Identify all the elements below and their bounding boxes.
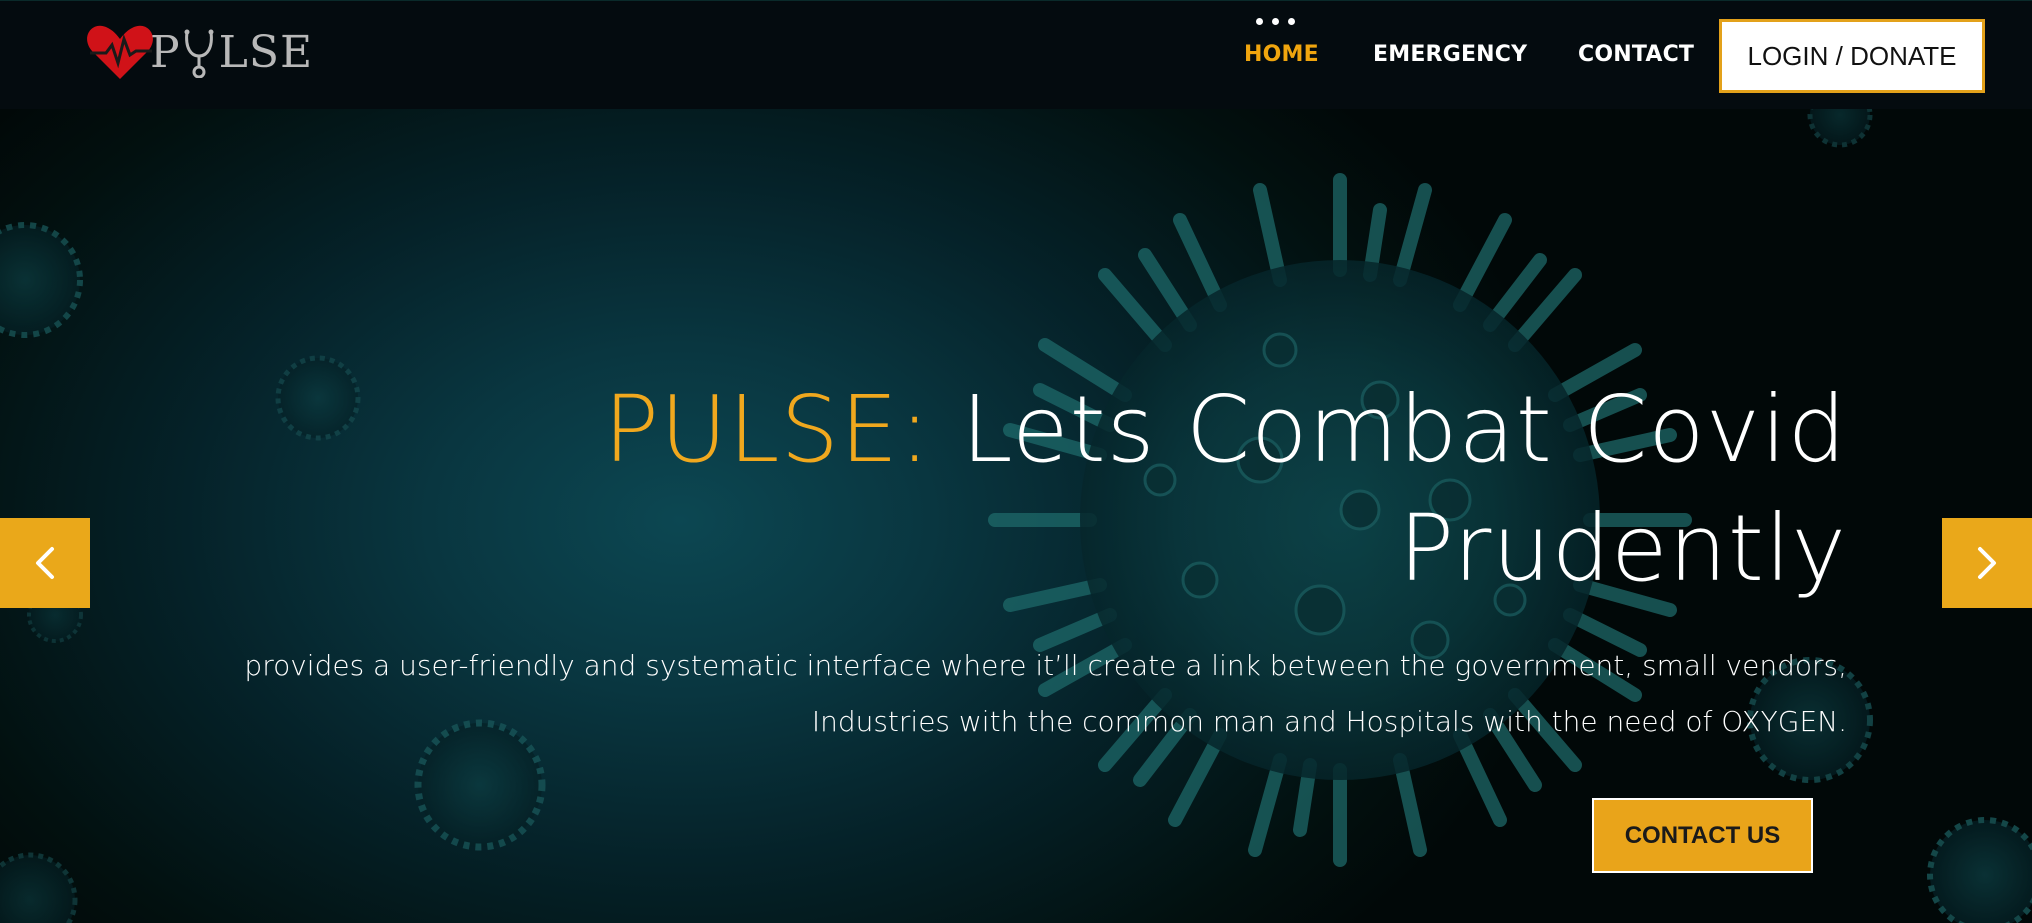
- nav-contact[interactable]: CONTACT: [1578, 42, 1694, 67]
- stethoscope-icon: [184, 29, 214, 78]
- hero-description-line-1: provides a user-friendly and systematic …: [244, 649, 1847, 682]
- chevron-right-icon: [1978, 547, 1996, 579]
- navbar: P LSE HOME EMERGENCY CONTACT LOGIN / DON…: [0, 0, 2032, 109]
- dots-icon[interactable]: [1256, 18, 1295, 25]
- chevron-left-icon: [36, 547, 54, 579]
- login-donate-button[interactable]: LOGIN / DONATE: [1719, 19, 1985, 93]
- logo-text: P: [150, 27, 181, 78]
- headline-brand: PULSE:: [603, 376, 932, 483]
- carousel-prev-button[interactable]: [0, 518, 90, 608]
- hero-description: provides a user-friendly and systematic …: [147, 638, 1847, 750]
- carousel-next-button[interactable]: [1942, 518, 2032, 608]
- nav-emergency[interactable]: EMERGENCY: [1373, 42, 1527, 67]
- logo[interactable]: P LSE: [86, 23, 313, 83]
- heart-pulse-icon: [87, 25, 153, 80]
- contact-us-button[interactable]: CONTACT US: [1592, 798, 1813, 873]
- logo-text-rest: LSE: [218, 27, 314, 78]
- headline-text: Lets Combat Covid Prudently: [931, 376, 1847, 602]
- hero-headline: PULSE: Lets Combat Covid Prudently: [347, 370, 1847, 608]
- nav-home[interactable]: HOME: [1244, 42, 1319, 67]
- hero-description-line-2: Industries with the common man and Hospi…: [811, 705, 1847, 738]
